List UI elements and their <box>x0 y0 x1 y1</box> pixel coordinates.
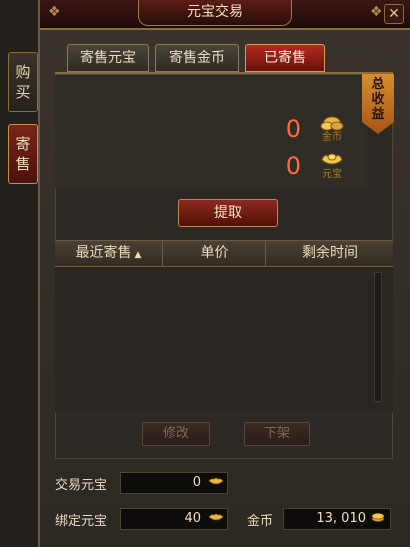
list-header: 最近寄售 ▲ 单价 剩余时间 <box>55 240 393 267</box>
list-scrollbar[interactable] <box>374 272 382 402</box>
side-tab-sell-char-2: 售 <box>15 155 31 173</box>
column-recent-sold[interactable]: 最近寄售 ▲ <box>55 241 162 266</box>
gold-label: 金币 <box>247 514 274 529</box>
yuanbao-earnings-amount: 0 <box>285 152 301 180</box>
ingot-icon <box>208 477 224 485</box>
side-tab-buy-char-2: 买 <box>15 83 31 101</box>
gold-icon-label: 金币 <box>322 130 342 143</box>
banner-char-3: 益 <box>371 107 385 122</box>
sort-asc-icon: ▲ <box>134 250 142 260</box>
yuanbao-icon-label: 元宝 <box>322 167 342 180</box>
total-earnings-banner: 总 收 益 <box>362 74 394 134</box>
list-body <box>55 267 393 412</box>
banner-char-1: 总 <box>371 77 385 92</box>
gold-coin-icon <box>371 512 385 522</box>
gold-earnings-amount: 0 <box>285 115 301 143</box>
side-tab-buy-char-1: 购 <box>15 63 31 81</box>
ornament-right-icon: ❖ <box>370 4 383 20</box>
column-unit-price[interactable]: 单价 <box>162 241 266 266</box>
tab-sell-gold[interactable]: 寄售金币 <box>155 44 239 72</box>
bound-yuanbao-label: 绑定元宝 <box>55 514 108 529</box>
tab-sold[interactable]: 已寄售 <box>245 44 325 72</box>
remove-listing-button[interactable]: 下架 <box>244 422 310 446</box>
yuanbao-ingot-icon: 元宝 <box>321 153 343 180</box>
ornament-left-icon: ❖ <box>48 4 61 20</box>
column-remaining-time[interactable]: 剩余时间 <box>265 241 394 266</box>
side-tab-sell-char-1: 寄 <box>15 135 31 153</box>
window-title: 元宝交易 <box>138 0 292 26</box>
modify-button[interactable]: 修改 <box>142 422 210 446</box>
gold-coins-icon: 金币 <box>320 116 344 143</box>
withdraw-button[interactable]: 提取 <box>178 199 278 227</box>
ingot-icon <box>208 513 224 521</box>
column-recent-sold-label: 最近寄售 <box>75 245 132 261</box>
side-tab-buy[interactable]: 购 买 <box>8 52 38 112</box>
tab-sell-yuanbao[interactable]: 寄售元宝 <box>67 44 149 72</box>
side-tab-sell[interactable]: 寄 售 <box>8 124 38 184</box>
trade-yuanbao-label: 交易元宝 <box>55 478 108 493</box>
banner-char-2: 收 <box>371 92 385 107</box>
close-button[interactable]: ✕ <box>384 4 404 24</box>
